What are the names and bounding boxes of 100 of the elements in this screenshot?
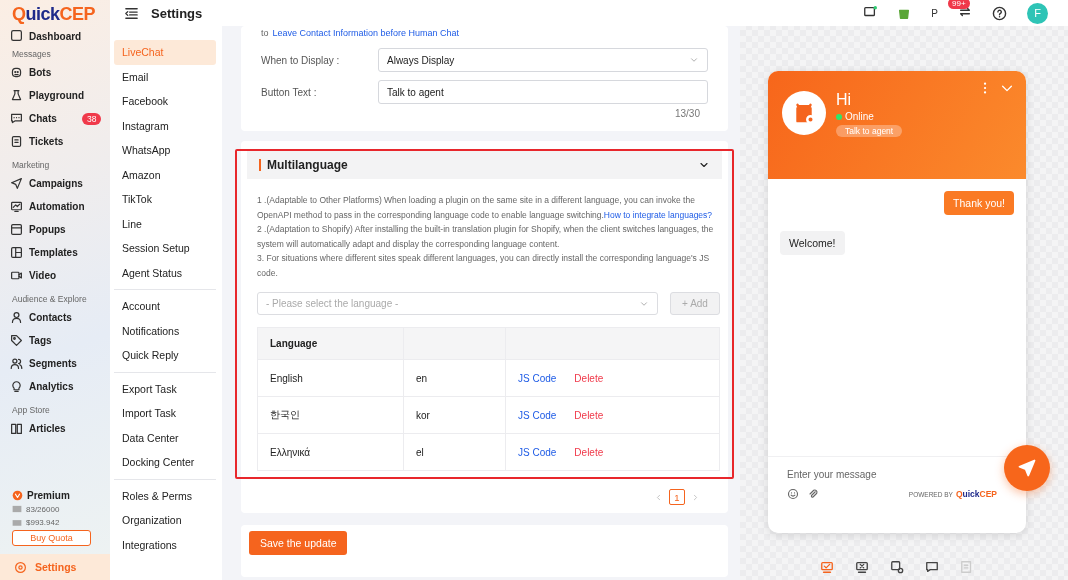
note-paragraph: 2 .(Adaptation to Shopify) After installing the built-in translation plugin for Shopify, when the client switches languages, the system will automatically adapt and display the corresponding language content. bbox=[257, 223, 715, 251]
menu-icon bbox=[124, 5, 139, 21]
settings-menu-item[interactable]: WhatsApp bbox=[114, 138, 216, 163]
js-code-link[interactable]: JS Code bbox=[518, 372, 557, 384]
nav-label: Popups bbox=[29, 224, 66, 235]
code-cell: en bbox=[403, 359, 506, 397]
section-heading: App Store bbox=[12, 405, 51, 415]
note-paragraph: 3. For situations where different sites speak different languages, you can directly install the corresponding language's JS code. bbox=[257, 252, 711, 280]
settings-menu-item[interactable]: Data Center bbox=[114, 425, 216, 450]
unread-badge: 38 bbox=[82, 112, 102, 125]
settings-menu-item[interactable]: Organization bbox=[114, 508, 216, 533]
nav-item[interactable]: Articles bbox=[10, 417, 110, 440]
nav-item[interactable]: Video bbox=[10, 264, 110, 287]
settings-menu-item[interactable]: Import Task bbox=[114, 401, 216, 426]
settings-menu-item[interactable]: Email bbox=[114, 64, 216, 89]
delete-link[interactable]: Delete bbox=[574, 372, 604, 384]
nav-item[interactable]: Tags bbox=[10, 329, 110, 352]
settings-menu-item[interactable]: Amazon bbox=[114, 162, 216, 187]
settings-menu-item[interactable]: Line bbox=[114, 211, 216, 236]
settings-menu-item[interactable]: TikTok bbox=[114, 187, 216, 212]
settings-menu-item[interactable]: Quick Reply bbox=[114, 343, 216, 368]
flask-icon bbox=[10, 89, 23, 102]
settings-icon bbox=[14, 560, 27, 574]
note-paragraph: 1 .(Adaptable to Other Platforms) When loading a plugin on the same site in a different language, you can invoke the OpenAPI method to pass in the corresponding language code to enable language switching.How to integrate languages? bbox=[257, 194, 714, 222]
balance-text: $993.942 bbox=[26, 517, 60, 527]
settings-menu-item[interactable]: Roles & Perms bbox=[114, 483, 216, 508]
dashboard-icon bbox=[10, 29, 23, 42]
premium-icon bbox=[12, 490, 23, 501]
help-icon bbox=[992, 5, 1007, 21]
nav-item[interactable]: Bots bbox=[10, 61, 110, 84]
message-icon bbox=[863, 5, 878, 19]
js-code-link[interactable]: JS Code bbox=[518, 409, 557, 421]
settings-menu-item[interactable]: Integrations bbox=[114, 532, 216, 557]
message-input[interactable]: Enter your message bbox=[787, 469, 1007, 480]
nav-label: Segments bbox=[29, 358, 77, 369]
settings-menu-item[interactable]: Facebook bbox=[114, 89, 216, 114]
attachment-icon bbox=[807, 488, 819, 500]
column-header: Language bbox=[257, 327, 404, 360]
section-heading: Messages bbox=[12, 49, 52, 59]
nav-label: Tickets bbox=[29, 136, 64, 147]
people-icon bbox=[10, 357, 23, 370]
chevron-right-icon bbox=[691, 492, 700, 502]
nav-item[interactable]: Popups bbox=[10, 218, 110, 241]
language-cell: 한국인 bbox=[257, 396, 404, 434]
tag-icon bbox=[10, 334, 23, 347]
settings-menu-item[interactable]: Account bbox=[114, 294, 216, 319]
delete-link[interactable]: Delete bbox=[574, 446, 604, 458]
layout-icon bbox=[10, 246, 23, 259]
send-button[interactable] bbox=[1004, 445, 1050, 491]
video-icon bbox=[10, 269, 23, 282]
status-text: Online bbox=[845, 111, 874, 122]
nav-item[interactable]: Tickets bbox=[10, 130, 110, 153]
nav-item[interactable]: Analytics bbox=[10, 375, 110, 398]
preview-tool-button[interactable] bbox=[890, 560, 904, 574]
document-icon bbox=[960, 560, 974, 574]
contact-info-link[interactable]: Leave Contact Information before Human Chat bbox=[272, 28, 460, 38]
delete-link[interactable]: Delete bbox=[574, 409, 604, 421]
emoji-icon bbox=[787, 488, 799, 500]
preview-tool-button[interactable] bbox=[855, 560, 869, 574]
nav-item[interactable]: Automation bbox=[10, 195, 110, 218]
document-icon bbox=[10, 135, 23, 148]
intro-text: to bbox=[261, 28, 269, 38]
nav-item[interactable]: Playground bbox=[10, 84, 110, 107]
nav-label: Tags bbox=[29, 335, 52, 346]
nav-item[interactable]: Chats 38 bbox=[10, 107, 110, 130]
char-counter: 13/30 bbox=[673, 108, 701, 119]
nav-item[interactable]: Contacts bbox=[10, 306, 110, 329]
chat-greeting: Hi bbox=[836, 91, 853, 109]
nav-item[interactable]: Templates bbox=[10, 241, 110, 264]
received-message: Welcome! bbox=[780, 231, 845, 255]
nav-label: Automation bbox=[29, 201, 85, 212]
button-text-input[interactable]: Talk to agent bbox=[378, 80, 708, 104]
swap-icon bbox=[958, 5, 972, 19]
send-icon bbox=[1017, 458, 1037, 478]
settings-menu-item[interactable]: Notifications bbox=[114, 318, 216, 343]
nav-label: Bots bbox=[29, 67, 52, 78]
js-code-link[interactable]: JS Code bbox=[518, 446, 557, 458]
quickcep-logo: QuickCEP bbox=[955, 489, 997, 499]
person-icon bbox=[10, 311, 23, 324]
settings-menu-item[interactable]: Agent Status bbox=[114, 260, 216, 285]
nav-label: Chats bbox=[29, 113, 57, 124]
language-cell: Ελληνικά bbox=[257, 433, 404, 471]
nav-item[interactable]: Segments bbox=[10, 352, 110, 375]
monitor-check-icon bbox=[820, 560, 834, 574]
quickcep-logo: QuickCEP bbox=[11, 2, 97, 26]
settings-menu-item[interactable]: Docking Center bbox=[114, 450, 216, 475]
plan-name: Premium bbox=[27, 490, 70, 501]
monitor-close-icon bbox=[855, 560, 869, 574]
settings-menu-item[interactable]: Instagram bbox=[114, 113, 216, 138]
display-select[interactable]: Always Display bbox=[378, 48, 708, 72]
settings-menu-item[interactable]: Session Setup bbox=[114, 236, 216, 261]
field-label: When to Display : bbox=[261, 54, 341, 66]
preview-tool-button[interactable] bbox=[925, 560, 939, 574]
section-title: Multilanguage bbox=[259, 159, 348, 171]
settings-menu-item[interactable]: Export Task bbox=[114, 376, 216, 401]
robot-icon bbox=[10, 66, 23, 79]
section-heading: Audience & Explore bbox=[12, 294, 88, 304]
nav-item[interactable]: Campaigns bbox=[10, 172, 110, 195]
nav-item[interactable]: Dashboard bbox=[10, 28, 110, 42]
section-header[interactable]: Multilanguage bbox=[247, 151, 722, 179]
